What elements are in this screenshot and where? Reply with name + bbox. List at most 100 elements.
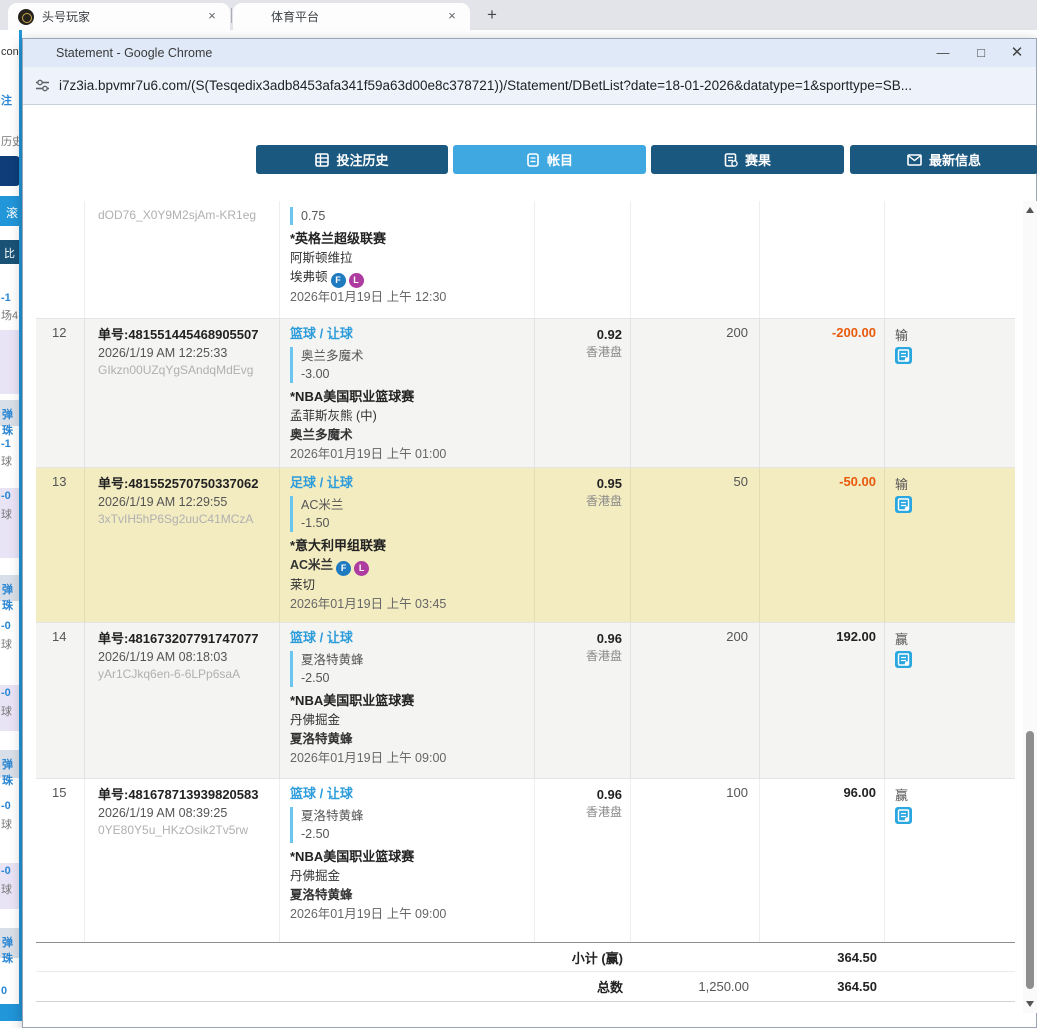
bet-type-link[interactable]: 足球 / 让球: [290, 474, 353, 492]
tab-label: 头号玩家: [42, 8, 90, 25]
minimize-icon[interactable]: —: [928, 39, 958, 67]
odds-type: 香港盘: [535, 344, 622, 361]
url-bar[interactable]: i7z3ia.bpvmr7u6.com/(S(Tesqedix3adb8453a…: [23, 67, 1036, 105]
statement-popup-window: Statement - Google Chrome — □ ✕ i7z3ia.b…: [22, 38, 1037, 1028]
strip-fragment: 0: [1, 985, 21, 997]
tab-label: 体育平台: [271, 8, 319, 25]
winloss-value: -50.00: [760, 468, 885, 622]
picked-team: 夏洛特黄蜂: [301, 807, 526, 825]
odds-type: 香港盘: [535, 804, 622, 821]
strip-fragment: -0: [1, 865, 21, 877]
tab-sports-platform[interactable]: 体育平台 ×: [233, 3, 470, 30]
strip-header: 弹珠: [0, 400, 20, 426]
result-label: 赢: [895, 785, 1015, 804]
maximize-icon[interactable]: □: [966, 39, 996, 67]
live-badge: L: [349, 273, 364, 288]
bet-type-link[interactable]: 篮球 / 让球: [290, 325, 353, 343]
nav-bet-history-button[interactable]: 投注历史: [256, 145, 448, 174]
nav-button-label: 投注历史: [336, 150, 388, 169]
nav-statement-button[interactable]: 帐目: [453, 145, 646, 174]
nav-button-label: 帐目: [547, 150, 573, 169]
row-number: 12: [36, 319, 85, 467]
table-row-selected: 13 单号:481552570750337062 2026/1/19 AM 12…: [36, 468, 1015, 623]
handicap-value: 0.75: [301, 207, 526, 225]
match-time: 2026年01月19日 上午 09:00: [290, 905, 526, 924]
subtotal-row: 小计 (赢) 364.50: [36, 942, 1015, 972]
away-team: 夏洛特黄蜂: [290, 730, 526, 749]
league-name: *NBA美国职业篮球赛: [290, 847, 526, 867]
mail-icon: [907, 154, 922, 166]
nav-button-label: 赛果: [745, 150, 771, 169]
home-team: 丹佛掘金: [290, 711, 526, 730]
strip-fragment: 注: [1, 92, 21, 108]
match-time: 2026年01月19日 上午 09:00: [290, 749, 526, 768]
bet-slip-icon[interactable]: [895, 347, 912, 364]
strip-fragment: 球: [1, 816, 21, 832]
order-number: 单号:481551445468905507: [98, 325, 273, 344]
odds-value: 0.96: [535, 629, 622, 648]
nav-latest-news-button[interactable]: 最新信息: [850, 145, 1037, 174]
league-name: *英格兰超级联赛: [290, 229, 526, 249]
site-settings-icon[interactable]: [35, 78, 50, 93]
result-label: 输: [895, 325, 1015, 344]
league-name: *NBA美国职业篮球赛: [290, 691, 526, 711]
transaction-ref: dOD76_X0Y9M2sjAm-KR1eg: [98, 207, 273, 224]
scrollbar-thumb[interactable]: [1026, 731, 1034, 989]
tab-close-icon[interactable]: ×: [204, 8, 220, 24]
handicap-value: -3.00: [301, 365, 526, 383]
bet-type-link[interactable]: 篮球 / 让球: [290, 629, 353, 647]
odds-value: 0.96: [535, 785, 622, 804]
vertical-scrollbar[interactable]: [1023, 201, 1037, 1013]
home-team: 孟菲斯灰熊 (中): [290, 407, 526, 426]
winloss-value: -200.00: [760, 319, 885, 467]
table-row: dOD76_X0Y9M2sjAm-KR1eg 0.75 *英格兰超级联赛 阿斯顿…: [36, 201, 1015, 319]
bet-slip-icon[interactable]: [895, 651, 912, 668]
window-title-bar[interactable]: Statement - Google Chrome — □ ✕: [23, 39, 1036, 67]
handicap-value: -1.50: [301, 514, 526, 532]
strip-header: 弹珠: [0, 750, 20, 778]
transaction-ref: yAr1CJkq6en-6-6LPp6saA: [98, 666, 273, 683]
total-label: 总数: [36, 977, 631, 996]
bet-slip-icon[interactable]: [895, 807, 912, 824]
occluded-page-strip: con 注 历史 滚 比分 -1 场4 弹珠 -1 球 -0 球 弹珠 -0 球…: [0, 30, 22, 1021]
table-row: 15 单号:481678713939820583 2026/1/19 AM 08…: [36, 779, 1015, 942]
league-name: *意大利甲组联赛: [290, 536, 526, 556]
tab-close-icon[interactable]: ×: [444, 8, 460, 24]
new-tab-button[interactable]: +: [480, 3, 504, 27]
odds-value: 0.95: [535, 474, 622, 493]
strip-fragment: 球: [1, 881, 21, 897]
strip-fragment: 球: [1, 453, 21, 469]
strip-fragment: 球: [1, 703, 21, 719]
strip-fragment: -1: [1, 292, 21, 304]
result-label: 赢: [895, 629, 1015, 648]
row-number: 14: [36, 623, 85, 778]
order-number: 单号:481552570750337062: [98, 474, 273, 493]
league-name: *NBA美国职业篮球赛: [290, 387, 526, 407]
total-row: 总数 1,250.00 364.50: [36, 972, 1015, 1002]
scroll-up-icon[interactable]: [1023, 203, 1037, 217]
strip-block: 比分: [0, 240, 20, 264]
order-number: 单号:481673207791747077: [98, 629, 273, 648]
scroll-down-icon[interactable]: [1023, 997, 1037, 1011]
odds-value: 0.92: [535, 325, 622, 344]
strip-header: 弹珠: [0, 928, 20, 958]
odds-type: 香港盘: [535, 648, 622, 665]
placed-time: 2026/1/19 AM 08:18:03: [98, 648, 273, 666]
handicap-value: -2.50: [301, 825, 526, 843]
nav-results-button[interactable]: 赛果: [651, 145, 844, 174]
first-half-badge: F: [331, 273, 346, 288]
subtotal-label: 小计 (赢): [36, 948, 631, 967]
bet-slip-icon[interactable]: [895, 496, 912, 513]
away-team: 夏洛特黄蜂: [290, 886, 526, 905]
url-text: i7z3ia.bpvmr7u6.com/(S(Tesqedix3adb8453a…: [59, 78, 912, 93]
bet-history-icon: [315, 153, 329, 167]
transaction-ref: 3xTvIH5hP6Sg2uuC41MCzA: [98, 511, 273, 528]
strip-header: 弹珠: [0, 575, 20, 601]
close-icon[interactable]: ✕: [1002, 39, 1032, 67]
stake-value: 200: [631, 319, 760, 467]
bet-type-link[interactable]: 篮球 / 让球: [290, 785, 353, 803]
stake-value: 200: [631, 623, 760, 778]
tab-favicon: [18, 9, 34, 25]
winloss-value: 96.00: [760, 779, 885, 942]
tab-touhao-wanjia[interactable]: 头号玩家 ×: [8, 3, 230, 30]
